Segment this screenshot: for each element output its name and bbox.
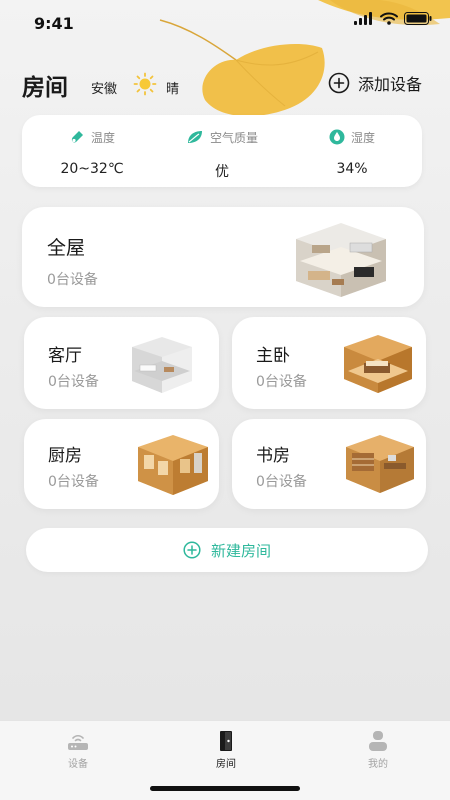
environment-card: 温度 20~32℃ 空气质量 优 湿度 34% <box>22 115 422 187</box>
person-icon <box>369 731 387 751</box>
room-name: 主卧 <box>256 346 290 366</box>
status-bar: 9:41 <box>0 0 450 44</box>
status-time: 9:41 <box>34 14 74 33</box>
leaf-icon <box>187 131 202 143</box>
study-image <box>346 435 414 493</box>
room-device-count: 0台设备 <box>48 374 99 390</box>
humidity-value: 34% <box>336 161 368 177</box>
whole-house-image <box>296 223 386 297</box>
plus-circle-icon <box>328 72 350 94</box>
weather-label: 晴 <box>166 82 180 97</box>
room-name: 客厅 <box>48 346 82 366</box>
temperature-value: 20~32℃ <box>60 161 124 177</box>
new-room-button[interactable]: 新建房间 <box>26 528 428 572</box>
air-quality-stat: 空气质量 优 <box>162 127 282 181</box>
home-indicator <box>150 786 300 791</box>
room-device-count: 0台设备 <box>256 474 307 490</box>
tab-profile[interactable]: 我的 <box>338 729 418 770</box>
new-room-label: 新建房间 <box>210 541 271 560</box>
air-quality-value: 优 <box>215 164 229 180</box>
add-device-button[interactable]: 添加设备 <box>328 71 422 95</box>
room-card-whole-house[interactable]: 全屋 0台设备 <box>22 207 424 307</box>
room-device-count: 0台设备 <box>48 474 99 490</box>
cellular-signal-icon <box>354 12 372 25</box>
humidity-label: 湿度 <box>350 130 375 145</box>
page-title: 房间 <box>22 75 68 101</box>
temperature-label: 温度 <box>90 130 115 145</box>
tab-rooms[interactable]: 房间 <box>186 729 266 770</box>
wifi-icon <box>380 12 398 25</box>
air-quality-label: 空气质量 <box>209 130 258 145</box>
room-card-kitchen[interactable]: 厨房 0台设备 <box>24 419 219 509</box>
battery-icon <box>404 12 432 25</box>
tab-devices[interactable]: 设备 <box>38 729 118 770</box>
room-card-master-bedroom[interactable]: 主卧 0台设备 <box>232 317 426 409</box>
humidity-stat: 湿度 34% <box>292 127 412 177</box>
router-icon <box>68 734 88 750</box>
living-room-image <box>132 337 192 393</box>
room-name: 全屋 <box>47 237 86 259</box>
room-device-count: 0台设备 <box>256 374 307 390</box>
plus-circle-icon <box>183 541 201 559</box>
droplet-icon <box>329 129 345 145</box>
room-card-living-room[interactable]: 客厅 0台设备 <box>24 317 219 409</box>
room-name: 书房 <box>256 446 290 466</box>
tab-label: 设备 <box>68 759 88 770</box>
tab-label: 房间 <box>216 759 236 770</box>
tab-label: 我的 <box>368 759 388 770</box>
kitchen-image <box>138 435 208 495</box>
door-icon <box>220 731 232 751</box>
header: 房间 安徽 晴 添加设备 <box>22 66 428 102</box>
room-card-study[interactable]: 书房 0台设备 <box>232 419 426 509</box>
room-name: 厨房 <box>48 446 82 466</box>
room-device-count: 0台设备 <box>47 272 98 288</box>
thermometer-icon <box>71 131 83 143</box>
master-bedroom-image <box>344 335 412 393</box>
temperature-stat: 温度 20~32℃ <box>32 127 152 178</box>
add-device-label: 添加设备 <box>357 75 422 94</box>
city-label: 安徽 <box>91 82 118 97</box>
status-icons <box>354 12 432 25</box>
sun-icon <box>133 72 157 96</box>
